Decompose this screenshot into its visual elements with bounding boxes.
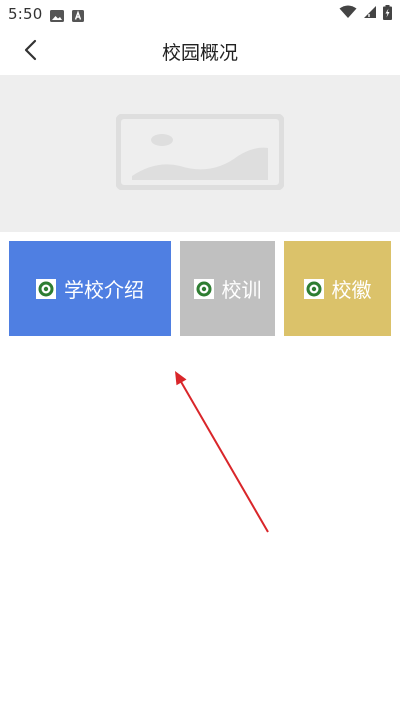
school-intro-tile[interactable]: 学校介绍 bbox=[9, 241, 171, 336]
school-logo-icon bbox=[36, 278, 56, 299]
school-logo-icon bbox=[193, 278, 214, 299]
app-header: 校园概况 bbox=[0, 28, 400, 75]
image-placeholder-icon bbox=[115, 112, 285, 194]
school-intro-label: 学校介绍 bbox=[64, 278, 144, 302]
school-emblem-tile[interactable]: 校徽 bbox=[284, 241, 391, 336]
image-notification-icon bbox=[50, 8, 65, 22]
page-title: 校园概况 bbox=[161, 42, 238, 64]
status-right bbox=[339, 4, 392, 24]
cellular-signal-icon bbox=[363, 5, 377, 23]
chevron-left-icon bbox=[23, 39, 37, 65]
back-button[interactable] bbox=[12, 36, 48, 68]
app-notification-icon bbox=[72, 8, 86, 22]
school-motto-label: 校训 bbox=[221, 278, 262, 302]
status-time: 5:50 bbox=[8, 5, 43, 23]
status-left: 5:50 bbox=[8, 5, 86, 23]
banner-image-placeholder bbox=[0, 75, 400, 232]
wifi-icon bbox=[339, 5, 357, 23]
school-logo-icon bbox=[303, 278, 324, 299]
battery-charging-icon bbox=[383, 4, 392, 24]
school-emblem-label: 校徽 bbox=[331, 278, 372, 302]
status-bar: 5:50 bbox=[0, 0, 400, 28]
school-motto-tile[interactable]: 校训 bbox=[180, 241, 275, 336]
